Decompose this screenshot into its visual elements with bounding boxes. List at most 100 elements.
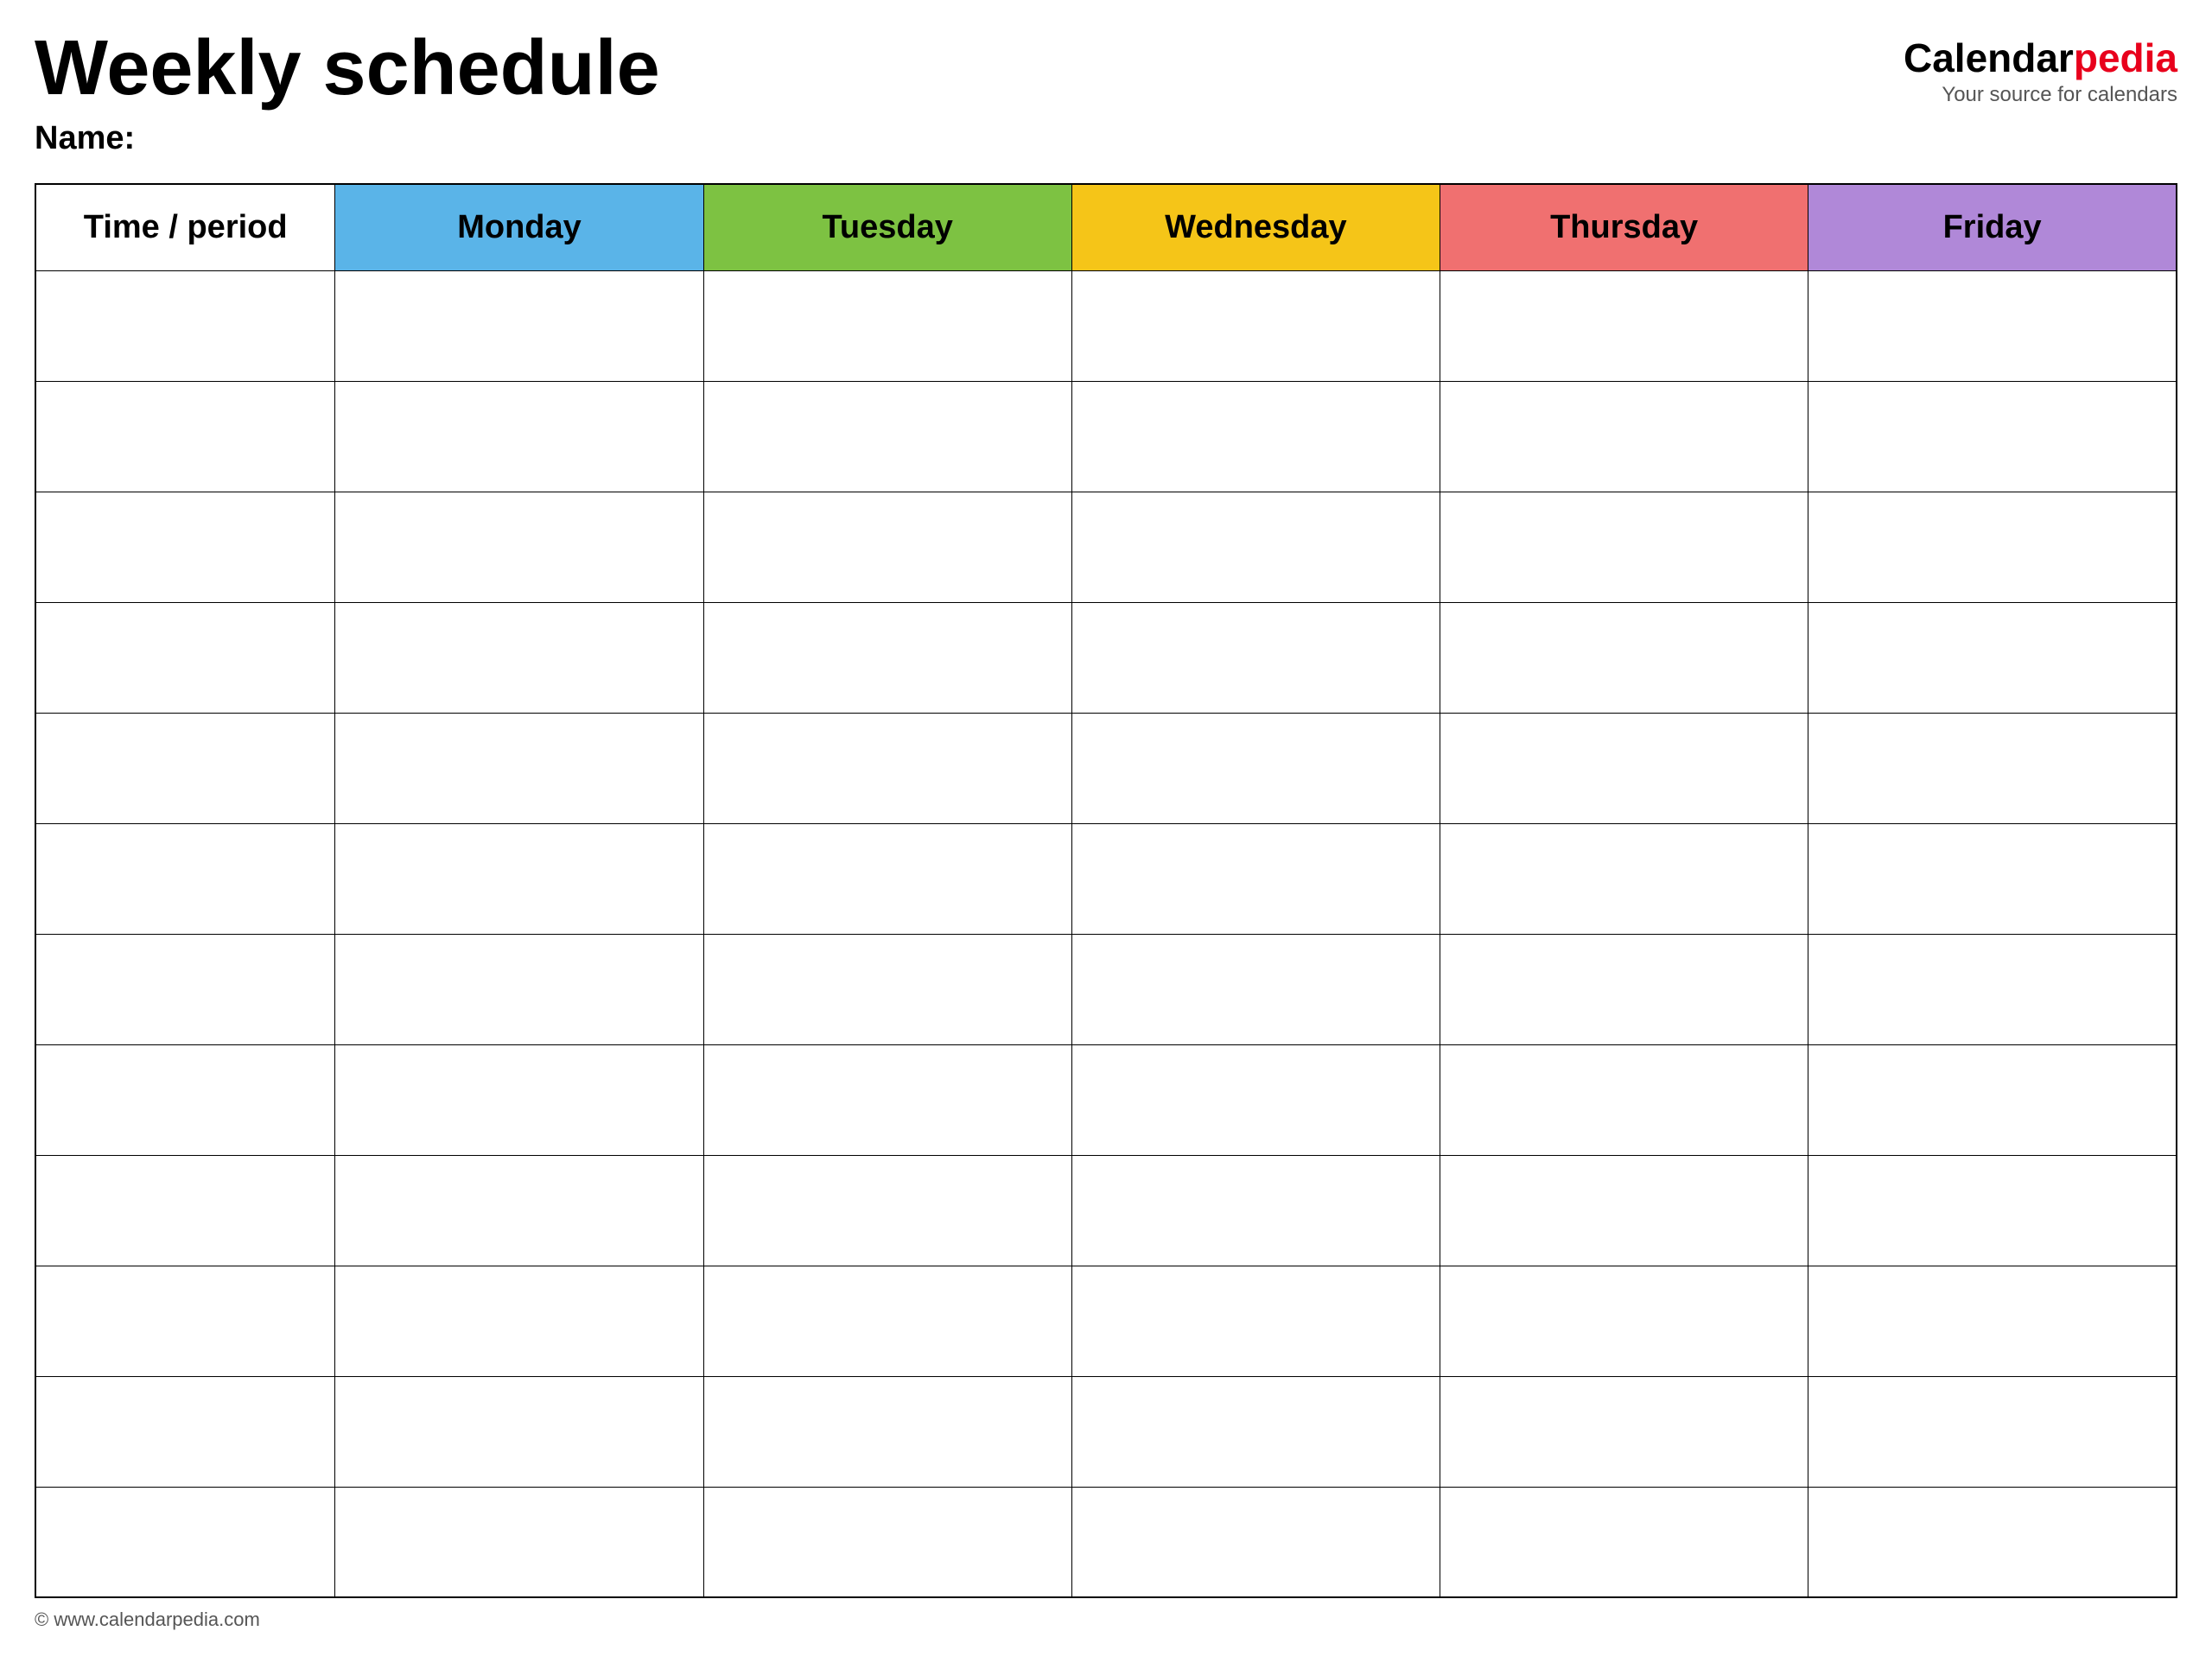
table-cell[interactable] [35, 1266, 335, 1376]
table-cell[interactable] [35, 1376, 335, 1487]
table-cell[interactable] [703, 1044, 1071, 1155]
table-row [35, 1376, 2177, 1487]
table-cell[interactable] [1440, 1376, 1808, 1487]
table-cell[interactable] [703, 1487, 1071, 1597]
table-cell[interactable] [1808, 602, 2177, 713]
logo-calendar: Calendar [1904, 35, 2074, 80]
table-cell[interactable] [1071, 934, 1440, 1044]
table-cell[interactable] [703, 713, 1071, 823]
page-title: Weekly schedule [35, 26, 1904, 111]
table-cell[interactable] [1071, 492, 1440, 602]
table-cell[interactable] [1440, 1266, 1808, 1376]
footer-url: © www.calendarpedia.com [35, 1609, 260, 1630]
logo-text: Calendarpedia [1904, 35, 2177, 81]
logo-area: Calendarpedia Your source for calendars [1904, 26, 2177, 107]
table-cell[interactable] [335, 1487, 703, 1597]
table-cell[interactable] [335, 602, 703, 713]
table-cell[interactable] [35, 381, 335, 492]
table-row [35, 1044, 2177, 1155]
table-cell[interactable] [703, 270, 1071, 381]
table-cell[interactable] [703, 1266, 1071, 1376]
table-cell[interactable] [1071, 381, 1440, 492]
table-cell[interactable] [1808, 492, 2177, 602]
col-header-monday: Monday [335, 184, 703, 270]
table-cell[interactable] [35, 270, 335, 381]
table-cell[interactable] [1808, 1487, 2177, 1597]
table-cell[interactable] [1071, 713, 1440, 823]
table-cell[interactable] [335, 270, 703, 381]
table-cell[interactable] [1808, 823, 2177, 934]
table-row [35, 934, 2177, 1044]
table-cell[interactable] [1440, 823, 1808, 934]
table-cell[interactable] [35, 713, 335, 823]
table-cell[interactable] [335, 1155, 703, 1266]
table-cell[interactable] [1071, 823, 1440, 934]
table-cell[interactable] [335, 823, 703, 934]
table-cell[interactable] [1071, 1487, 1440, 1597]
table-row [35, 1487, 2177, 1597]
logo-pedia: pedia [2074, 35, 2177, 80]
table-cell[interactable] [703, 1155, 1071, 1266]
table-cell[interactable] [1808, 381, 2177, 492]
col-header-time: Time / period [35, 184, 335, 270]
col-header-friday: Friday [1808, 184, 2177, 270]
table-cell[interactable] [1440, 1487, 1808, 1597]
table-cell[interactable] [1808, 1155, 2177, 1266]
logo-tagline: Your source for calendars [1942, 83, 2177, 107]
table-cell[interactable] [35, 823, 335, 934]
table-header-row: Time / period Monday Tuesday Wednesday T… [35, 184, 2177, 270]
table-cell[interactable] [1440, 713, 1808, 823]
table-cell[interactable] [1808, 1044, 2177, 1155]
table-cell[interactable] [1071, 1044, 1440, 1155]
table-cell[interactable] [1440, 934, 1808, 1044]
table-cell[interactable] [703, 1376, 1071, 1487]
table-row [35, 1266, 2177, 1376]
table-cell[interactable] [1440, 381, 1808, 492]
table-cell[interactable] [35, 1155, 335, 1266]
table-cell[interactable] [35, 934, 335, 1044]
table-cell[interactable] [703, 823, 1071, 934]
col-header-tuesday: Tuesday [703, 184, 1071, 270]
schedule-table: Time / period Monday Tuesday Wednesday T… [35, 183, 2177, 1598]
title-area: Weekly schedule Name: [35, 26, 1904, 175]
col-header-wednesday: Wednesday [1071, 184, 1440, 270]
table-cell[interactable] [1808, 1266, 2177, 1376]
table-row [35, 602, 2177, 713]
table-cell[interactable] [1071, 602, 1440, 713]
table-cell[interactable] [1440, 492, 1808, 602]
table-cell[interactable] [703, 381, 1071, 492]
table-cell[interactable] [1440, 602, 1808, 713]
col-header-thursday: Thursday [1440, 184, 1808, 270]
table-cell[interactable] [35, 492, 335, 602]
table-cell[interactable] [335, 1266, 703, 1376]
table-cell[interactable] [1808, 270, 2177, 381]
table-cell[interactable] [335, 1376, 703, 1487]
table-cell[interactable] [335, 934, 703, 1044]
table-row [35, 270, 2177, 381]
table-cell[interactable] [335, 1044, 703, 1155]
table-cell[interactable] [1440, 1155, 1808, 1266]
table-cell[interactable] [1808, 1376, 2177, 1487]
table-cell[interactable] [1440, 1044, 1808, 1155]
table-cell[interactable] [35, 1487, 335, 1597]
table-row [35, 381, 2177, 492]
table-cell[interactable] [703, 492, 1071, 602]
table-cell[interactable] [335, 713, 703, 823]
table-cell[interactable] [703, 934, 1071, 1044]
table-cell[interactable] [335, 492, 703, 602]
name-label: Name: [35, 120, 1904, 157]
table-cell[interactable] [1808, 713, 2177, 823]
table-row [35, 713, 2177, 823]
table-cell[interactable] [35, 602, 335, 713]
table-cell[interactable] [1071, 270, 1440, 381]
table-cell[interactable] [703, 602, 1071, 713]
table-cell[interactable] [1071, 1266, 1440, 1376]
table-row [35, 823, 2177, 934]
table-cell[interactable] [35, 1044, 335, 1155]
table-cell[interactable] [1808, 934, 2177, 1044]
table-cell[interactable] [1071, 1376, 1440, 1487]
table-row [35, 492, 2177, 602]
table-cell[interactable] [335, 381, 703, 492]
table-cell[interactable] [1071, 1155, 1440, 1266]
table-cell[interactable] [1440, 270, 1808, 381]
